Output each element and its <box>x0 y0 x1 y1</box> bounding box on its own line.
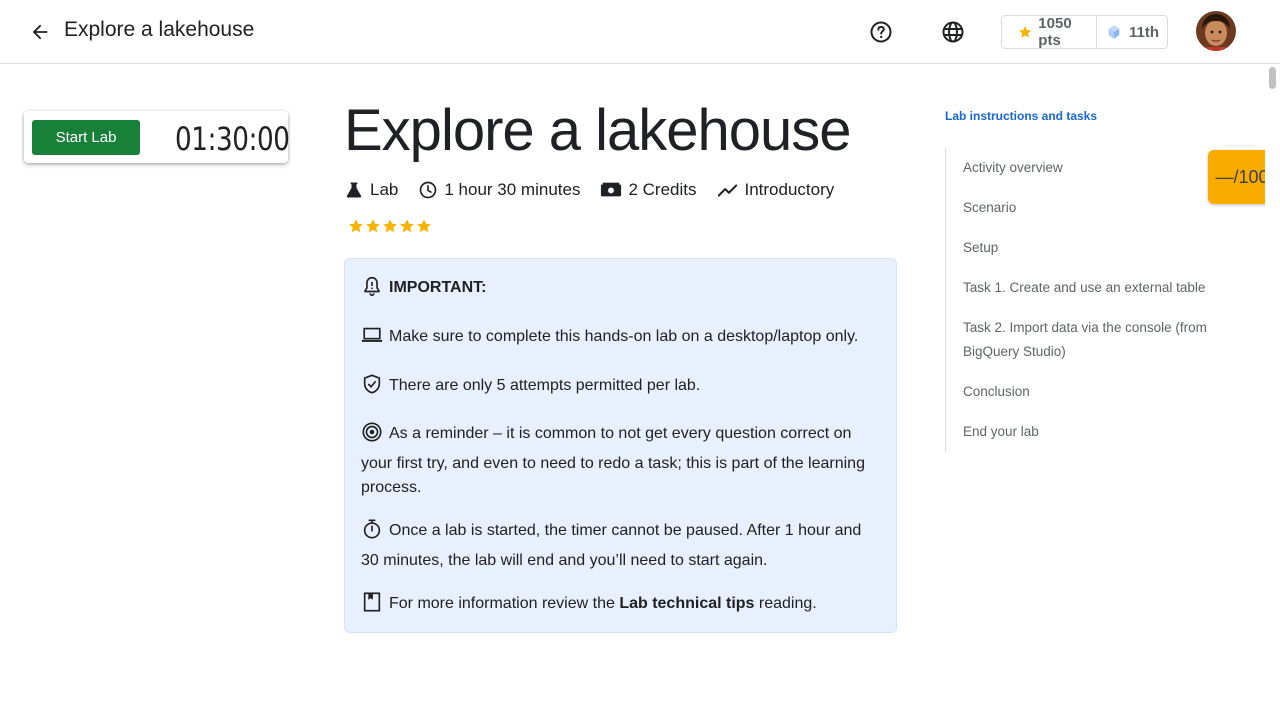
meta-level: Introductory <box>717 180 835 200</box>
callout-line-timer: Once a lab is started, the timer cannot … <box>361 518 881 573</box>
toc-item-end-lab[interactable]: End your lab <box>963 420 1223 444</box>
flask-icon <box>346 182 362 198</box>
star-icon <box>349 219 363 233</box>
page-scrollbar[interactable] <box>1265 64 1280 720</box>
callout-heading-row: IMPORTANT: <box>361 275 881 306</box>
back-arrow-icon[interactable] <box>24 16 56 48</box>
meta-duration-label: 1 hour 30 minutes <box>444 180 581 199</box>
toc-heading: Lab instructions and tasks <box>945 109 1098 123</box>
meta-type: Lab <box>344 180 398 200</box>
target-icon <box>361 421 383 452</box>
meta-type-label: Lab <box>370 180 399 199</box>
gem-league-icon <box>1108 25 1120 39</box>
lab-technical-tips-link[interactable]: Lab technical tips <box>619 595 754 612</box>
shield-check-icon <box>361 373 383 404</box>
lab-timer: 01:30:00 <box>175 120 290 158</box>
star-icon <box>1019 26 1032 38</box>
lab-control-card: Start Lab 01:30:00 <box>24 111 290 163</box>
meta-credits-label: 2 Credits <box>628 180 697 199</box>
book-icon <box>361 591 383 622</box>
toc-item-task-2[interactable]: Task 2. Import data via the console (fro… <box>963 316 1223 364</box>
toc-item-task-1[interactable]: Task 1. Create and use an external table <box>963 276 1223 300</box>
callout-line-desktop: Make sure to complete this hands-on lab … <box>361 324 881 355</box>
lab-meta-row: Lab 1 hour 30 minutes 2 Credits Introduc… <box>344 178 854 202</box>
meta-level-label: Introductory <box>744 180 835 199</box>
bell-alert-icon <box>361 275 383 306</box>
star-icon <box>383 219 397 233</box>
help-icon[interactable] <box>865 16 897 48</box>
points-badge[interactable]: 1050 pts <box>1002 15 1097 49</box>
rating-stars <box>348 218 432 234</box>
header-title: Explore a lakehouse <box>64 18 255 41</box>
meta-duration: 1 hour 30 minutes <box>418 180 580 200</box>
user-avatar[interactable] <box>1196 11 1236 51</box>
top-bar: Explore a lakehouse 1050 pts 11th <box>0 0 1280 64</box>
star-icon <box>400 219 414 233</box>
language-globe-icon[interactable] <box>937 16 969 48</box>
toc-item-activity-overview[interactable]: Activity overview <box>963 156 1223 180</box>
toc-item-setup[interactable]: Setup <box>963 236 1223 260</box>
callout-line-reminder: As a reminder – it is common to not get … <box>361 421 881 501</box>
trending-up-icon <box>717 184 737 197</box>
meta-credits: 2 Credits <box>600 180 697 200</box>
points-and-rank[interactable]: 1050 pts 11th <box>1001 15 1168 49</box>
rank-value: 11th <box>1128 23 1159 41</box>
toc-item-scenario[interactable]: Scenario <box>963 196 1223 220</box>
rank-badge[interactable]: 11th <box>1097 16 1167 48</box>
toc-item-conclusion[interactable]: Conclusion <box>963 380 1223 404</box>
stopwatch-icon <box>361 518 383 549</box>
scrollbar-thumb[interactable] <box>1269 67 1276 89</box>
star-icon <box>417 219 431 233</box>
callout-heading: IMPORTANT: <box>389 279 487 296</box>
page-title: Explore a lakehouse <box>344 98 852 163</box>
important-callout: IMPORTANT: Make sure to complete this ha… <box>344 258 897 633</box>
callout-line-attempts: There are only 5 attempts permitted per … <box>361 373 881 404</box>
start-lab-button[interactable]: Start Lab <box>32 120 140 155</box>
callout-line-tips: For more information review the Lab tech… <box>361 591 881 622</box>
table-of-contents: Activity overview Scenario Setup Task 1.… <box>945 148 1225 452</box>
laptop-icon <box>361 324 383 355</box>
money-icon <box>601 182 622 197</box>
clock-icon <box>420 181 437 199</box>
star-icon <box>366 219 380 233</box>
points-value: 1050 pts <box>1038 15 1072 49</box>
